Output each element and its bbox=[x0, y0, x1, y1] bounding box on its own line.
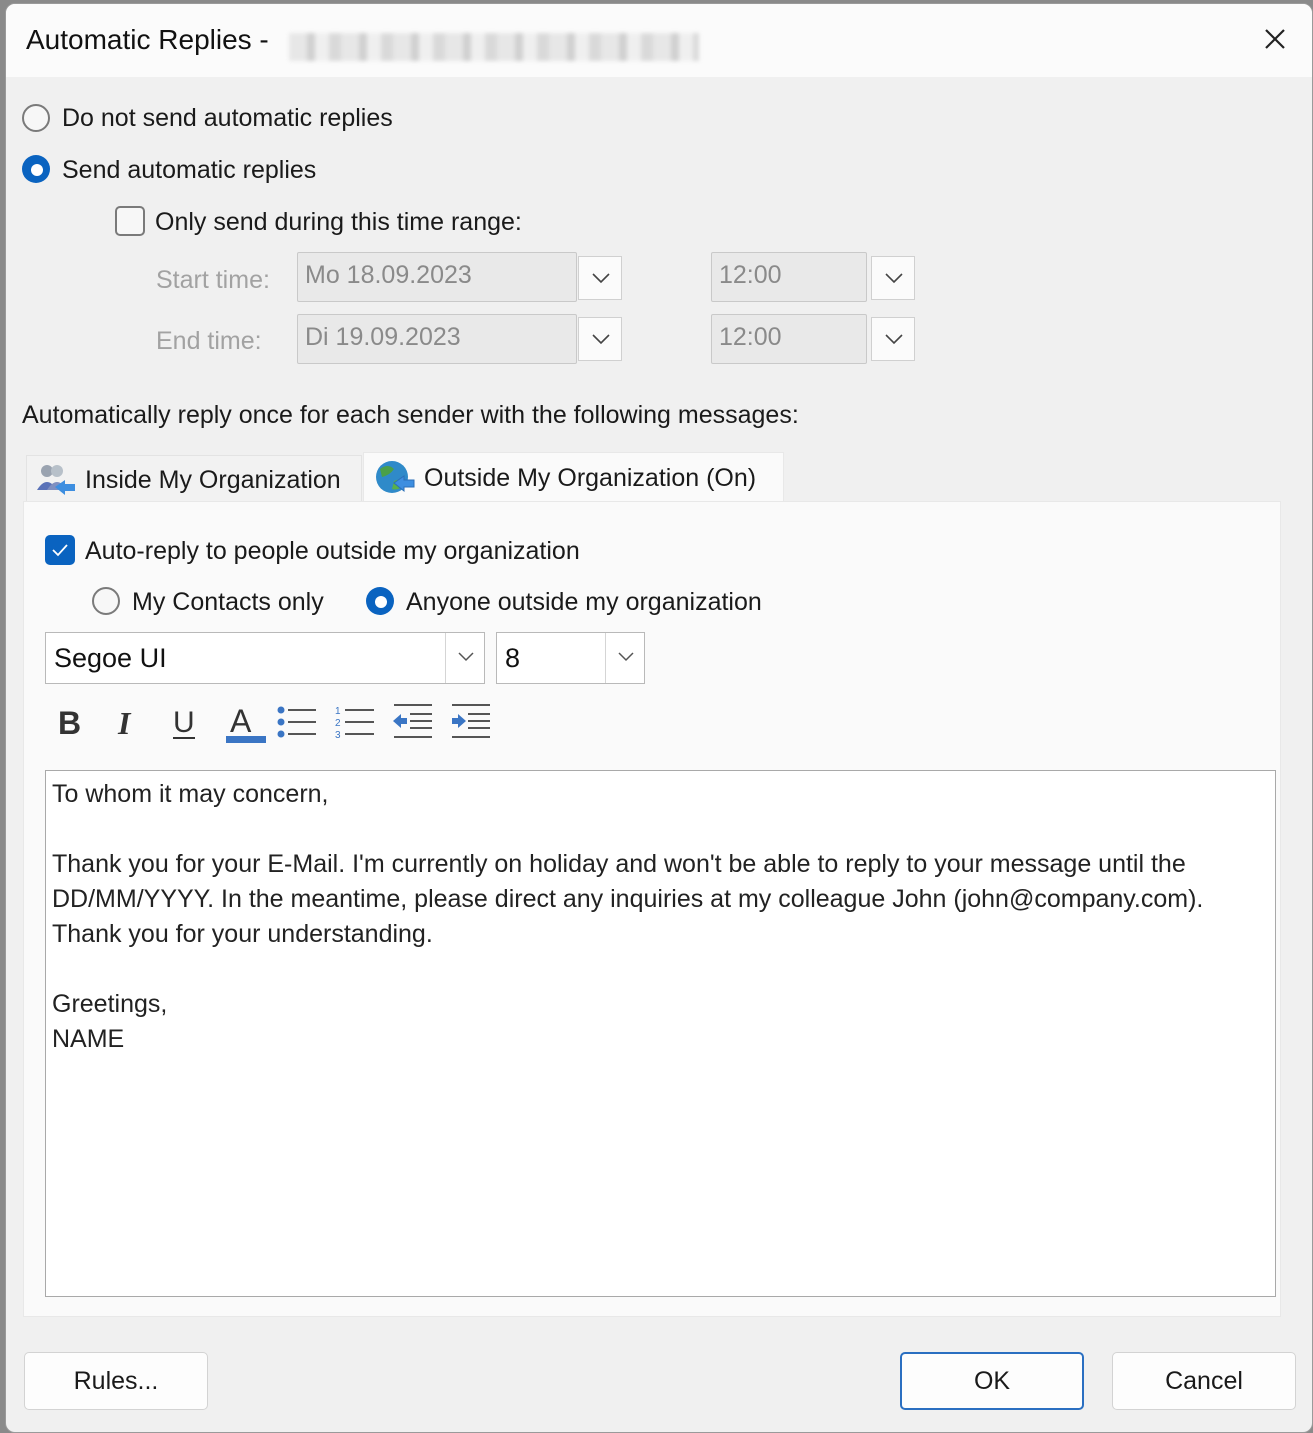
end-time-dropdown[interactable] bbox=[871, 317, 915, 361]
font-color-icon: A bbox=[226, 703, 266, 743]
radio-anyone-outside[interactable] bbox=[366, 587, 394, 615]
start-time-field[interactable]: 12:00 bbox=[711, 252, 867, 302]
italic-button[interactable]: I bbox=[106, 701, 152, 745]
svg-text:2: 2 bbox=[335, 718, 341, 729]
message-line: Greetings, bbox=[52, 990, 168, 1018]
bold-icon: B bbox=[58, 705, 81, 741]
tab-inside-organization[interactable]: Inside My Organization bbox=[26, 455, 362, 501]
end-date-field[interactable]: Di 19.09.2023 bbox=[297, 314, 577, 364]
auto-reply-outside-checkbox[interactable] bbox=[45, 535, 75, 565]
font-family-combobox[interactable]: Segoe UI bbox=[45, 632, 485, 684]
start-time-label: Start time: bbox=[156, 266, 270, 294]
message-line: NAME bbox=[52, 1025, 125, 1053]
bullets-button[interactable] bbox=[274, 701, 320, 745]
font-size-combobox[interactable]: 8 bbox=[496, 632, 645, 684]
bullets-icon bbox=[277, 706, 316, 738]
italic-icon: I bbox=[117, 705, 132, 741]
label-anyone-outside: Anyone outside my organization bbox=[406, 588, 762, 616]
svg-text:B: B bbox=[58, 705, 81, 741]
radio-do-not-send[interactable] bbox=[22, 104, 50, 132]
tab-outside-label: Outside My Organization (On) bbox=[424, 464, 757, 492]
end-time-label: End time: bbox=[156, 327, 262, 355]
messages-heading: Automatically reply once for each sender… bbox=[22, 401, 799, 429]
people-arrow-icon bbox=[37, 465, 75, 495]
font-size-value: 8 bbox=[505, 643, 521, 673]
time-range-checkbox[interactable] bbox=[115, 206, 145, 236]
decrease-indent-button[interactable] bbox=[390, 701, 436, 745]
ok-button[interactable]: OK bbox=[900, 1352, 1084, 1410]
cancel-button[interactable]: Cancel bbox=[1112, 1352, 1296, 1410]
rules-button[interactable]: Rules... bbox=[24, 1352, 208, 1410]
message-line: ​ bbox=[52, 812, 1275, 847]
message-line: Thank you for your understanding. bbox=[52, 920, 433, 948]
time-range-label: Only send during this time range: bbox=[155, 208, 522, 236]
svg-text:3: 3 bbox=[335, 730, 341, 741]
decrease-indent-icon bbox=[393, 704, 432, 738]
redacted-account-name bbox=[289, 33, 699, 61]
dialog-title: Automatic Replies - bbox=[26, 24, 269, 55]
title-bar: Automatic Replies - bbox=[6, 4, 1312, 77]
message-line: Thank you for your E-Mail. I'm currently… bbox=[52, 850, 1186, 878]
underline-icon: U bbox=[173, 706, 195, 739]
start-time-dropdown[interactable] bbox=[871, 256, 915, 300]
chevron-down-icon bbox=[592, 273, 610, 284]
tab-inside-label: Inside My Organization bbox=[85, 466, 341, 494]
chevron-down-icon bbox=[458, 652, 474, 662]
chevron-down-icon bbox=[618, 652, 634, 662]
font-family-value: Segoe UI bbox=[54, 643, 167, 673]
numbering-icon: 123 bbox=[335, 706, 374, 741]
label-send-automatic-replies: Send automatic replies bbox=[62, 156, 317, 184]
svg-text:U: U bbox=[173, 706, 195, 739]
message-line: DD/MM/YYYY. In the meantime, please dire… bbox=[52, 885, 1204, 913]
bold-button[interactable]: B bbox=[48, 701, 94, 745]
automatic-replies-dialog: Automatic Replies - Do not send automati… bbox=[5, 3, 1313, 1433]
chevron-down-icon bbox=[885, 273, 903, 284]
font-size-dropdown[interactable] bbox=[605, 633, 644, 683]
chevron-down-icon bbox=[885, 334, 903, 345]
svg-text:A: A bbox=[230, 703, 252, 739]
end-date-dropdown[interactable] bbox=[578, 317, 622, 361]
message-editor[interactable]: To whom it may concern, ​ Thank you for … bbox=[45, 770, 1276, 1297]
auto-reply-outside-label: Auto-reply to people outside my organiza… bbox=[85, 537, 580, 565]
label-my-contacts-only: My Contacts only bbox=[132, 588, 324, 616]
start-date-dropdown[interactable] bbox=[578, 256, 622, 300]
message-line: ​ bbox=[52, 952, 1275, 987]
radio-my-contacts-only[interactable] bbox=[92, 587, 120, 615]
numbering-button[interactable]: 123 bbox=[332, 701, 378, 745]
message-line: To whom it may concern, bbox=[52, 780, 329, 808]
radio-send-automatic-replies[interactable] bbox=[22, 155, 50, 183]
increase-indent-button[interactable] bbox=[448, 701, 494, 745]
underline-button[interactable]: U bbox=[164, 701, 210, 745]
checkmark-icon bbox=[52, 544, 68, 557]
increase-indent-icon bbox=[452, 704, 490, 738]
start-date-field[interactable]: Mo 18.09.2023 bbox=[297, 252, 577, 302]
chevron-down-icon bbox=[592, 334, 610, 345]
close-button[interactable] bbox=[1260, 24, 1290, 54]
close-icon bbox=[1265, 29, 1285, 49]
end-time-field[interactable]: 12:00 bbox=[711, 314, 867, 364]
font-color-button[interactable]: A bbox=[222, 701, 272, 745]
svg-text:I: I bbox=[117, 705, 132, 741]
tab-outside-organization[interactable]: Outside My Organization (On) bbox=[363, 452, 784, 502]
globe-arrow-icon bbox=[376, 461, 415, 493]
svg-text:1: 1 bbox=[335, 706, 341, 717]
font-family-dropdown[interactable] bbox=[445, 633, 484, 683]
label-do-not-send: Do not send automatic replies bbox=[62, 104, 393, 132]
